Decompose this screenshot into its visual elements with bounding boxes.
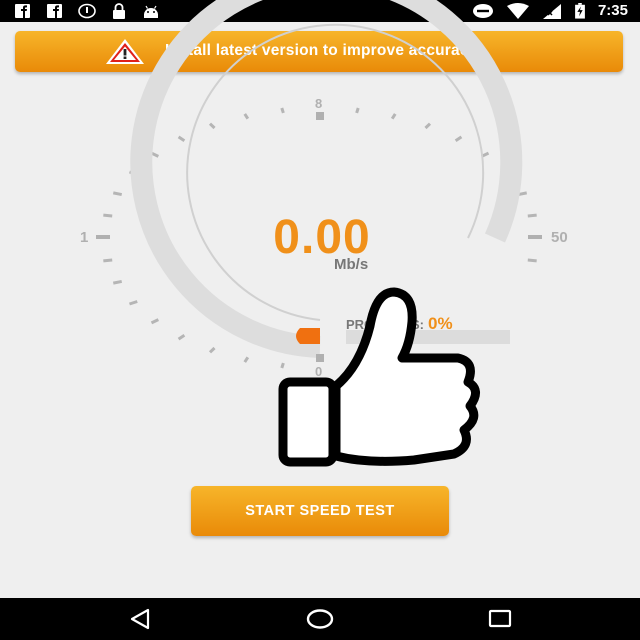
gauge-tick [129,170,138,176]
gauge-tick [481,151,490,158]
home-icon[interactable] [306,608,334,630]
gauge-top-label: 8 [315,96,323,111]
lock-icon [113,3,125,19]
gauge-tick [454,135,463,142]
android-icon [144,5,158,18]
speed-value: 0.00 [273,211,371,264]
gauge-tick [527,213,537,218]
gauge-tick [243,356,250,363]
warning-icon [106,39,144,64]
gauge-tick [208,122,216,130]
status-time: 7:35 [597,2,628,19]
gauge-tick [390,113,397,120]
gauge-tick [208,346,216,354]
status-bar: 7:35 [0,0,640,22]
wifi-icon [506,3,529,19]
nav-bar [0,598,640,640]
status-bar-left [14,3,160,19]
gauge-tick [502,170,511,176]
facebook-messenger-icon [47,4,62,19]
gauge-min-dash [96,235,110,239]
start-speed-test-button[interactable]: START SPEED TEST [191,486,449,536]
gauge-tick [103,213,113,218]
gauge-tick [280,107,285,114]
battery-charging-icon [575,3,585,19]
gauge-tick [243,113,250,120]
status-bar-right: 7:35 [472,2,628,20]
gauge-tick [112,191,123,197]
gauge-tick [150,318,159,325]
gauge-tick [424,122,432,130]
info-icon [78,3,96,19]
recents-icon[interactable] [488,608,512,630]
gauge-tick [112,279,123,285]
facebook-icon [15,4,30,19]
banner-text: Install latest version to improve accura… [165,42,478,59]
gauge-tick [527,258,537,263]
gauge-tick [177,334,186,341]
gauge-tick [355,107,360,114]
gauge-min-label: 1 [80,229,89,246]
thumbs-up-icon [278,287,480,467]
speed-unit: Mb/s [334,256,369,273]
back-icon[interactable] [128,608,152,630]
update-banner[interactable]: Install latest version to improve accura… [15,31,623,72]
gauge-tick [150,151,159,158]
gauge-tick [129,300,138,306]
minus-circle-icon [472,4,493,18]
signal-icon [542,4,561,19]
gauge-top-dash [316,112,324,120]
gauge-tick [517,191,528,197]
gauge-tick [103,258,113,263]
gauge-max-dash [528,235,542,239]
gauge-max-label: 50 [551,229,568,246]
gauge-tick [177,135,186,142]
